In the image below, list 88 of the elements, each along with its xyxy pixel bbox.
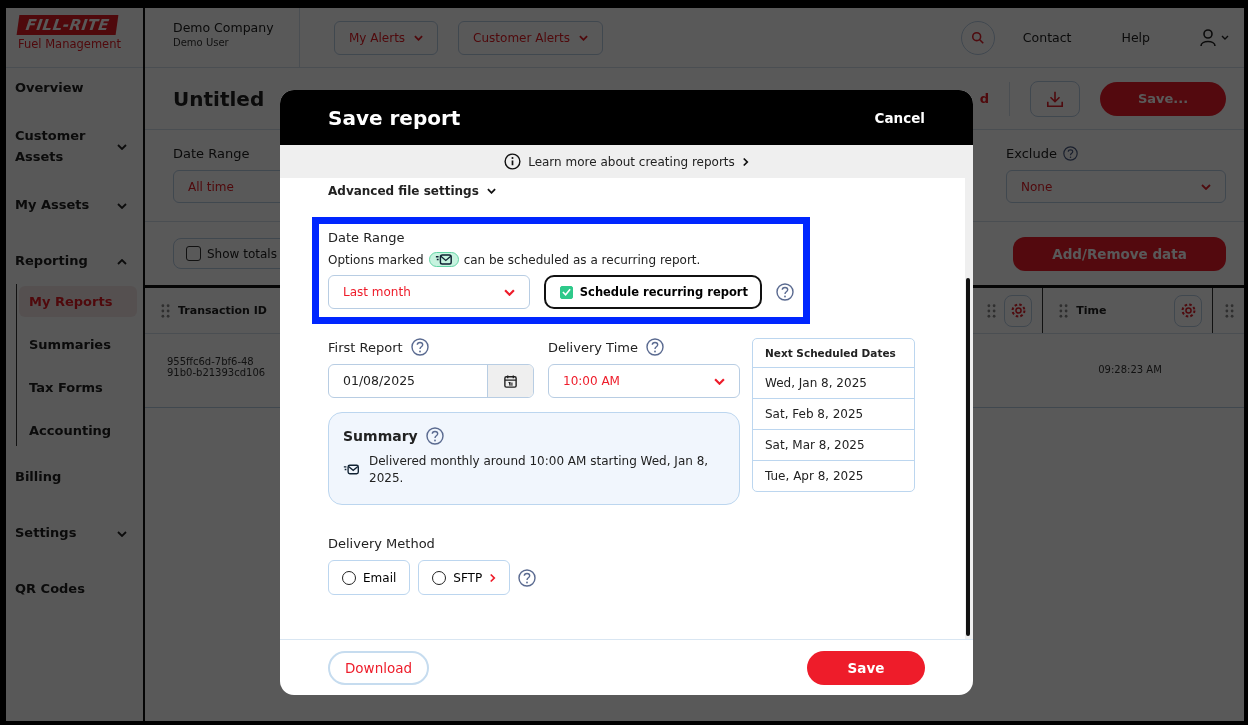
nav-link[interactable]: Help <box>1121 30 1150 45</box>
date-range-label: Date Range <box>328 230 406 245</box>
sidebar-item[interactable]: Reporting <box>6 243 143 280</box>
sidebar-subitem[interactable]: Summaries <box>19 328 137 360</box>
nav-link[interactable]: Contact <box>1022 30 1072 45</box>
column-header: Transaction ID <box>178 304 267 317</box>
sidebar-item[interactable]: Overview <box>6 70 143 106</box>
date-range-select[interactable]: Last month <box>328 275 530 309</box>
alerts-dropdown[interactable]: Customer Alerts <box>458 20 603 55</box>
download-button[interactable]: Download <box>328 650 429 685</box>
help-icon[interactable] <box>518 568 537 587</box>
caret-icon <box>579 34 588 41</box>
table-cell: Wed, Jan 8, 2025 <box>753 368 914 399</box>
delivery-time-select[interactable]: 10:00 AM <box>548 364 740 398</box>
drag-handle-icon[interactable] <box>161 303 170 318</box>
advanced-settings-toggle[interactable]: Advanced file settings <box>328 184 479 198</box>
drag-handle-icon[interactable] <box>987 303 997 318</box>
save-button[interactable]: Save <box>807 650 925 685</box>
sidebar-subitem[interactable]: Accounting <box>19 414 137 446</box>
gear-icon <box>1009 302 1027 319</box>
download-icon <box>1046 89 1064 108</box>
column-header: Time <box>1076 304 1107 317</box>
calendar-icon[interactable] <box>503 373 518 389</box>
chevron-icon <box>714 377 725 385</box>
settings-button[interactable] <box>1174 294 1202 327</box>
chevron-icon <box>1201 183 1211 190</box>
help-icon[interactable] <box>410 338 429 356</box>
filter-select[interactable]: None <box>1006 170 1226 203</box>
drag-handle-icon[interactable] <box>1059 303 1069 318</box>
sidebar-subitem[interactable]: Tax Forms <box>19 371 137 403</box>
summary-text: Delivered monthly around 10:00 AM starting Wed, Jan 8, 2025. <box>369 453 710 487</box>
user-icon[interactable] <box>1200 28 1230 47</box>
chevron-icon <box>503 288 515 296</box>
settings-button[interactable] <box>1004 294 1033 327</box>
filter-label: Date Range <box>173 146 250 161</box>
sidebar-item[interactable]: Customer Assets <box>6 126 143 168</box>
scheduled-email-icon <box>343 464 360 476</box>
scrollbar-thumb[interactable] <box>966 278 970 636</box>
help-icon[interactable] <box>645 338 664 356</box>
report-link[interactable]: d <box>979 91 989 106</box>
delivery-method-label: Delivery Method <box>328 536 436 551</box>
add-remove-data-button[interactable]: Add/Remove data <box>1013 236 1226 271</box>
next-dates-header: Next Scheduled Dates <box>753 339 914 368</box>
sidebar-item[interactable]: Settings <box>6 515 143 552</box>
date-field[interactable]: 01/08/2025 <box>328 364 534 398</box>
help-icon[interactable] <box>1062 146 1078 161</box>
delivery-option[interactable]: SFTP <box>418 560 511 595</box>
chevron-right-icon <box>741 156 749 167</box>
cancel-button[interactable]: Cancel <box>874 109 925 126</box>
chevron-right-icon <box>489 572 497 583</box>
search-button[interactable] <box>960 20 995 55</box>
help-icon[interactable] <box>776 283 794 301</box>
checkmark-icon <box>561 288 571 296</box>
table-cell: 955ffc6d-7bf6-48 91b0-b21393cd106 <box>167 356 266 378</box>
summary-title: Summary <box>343 428 418 444</box>
chevron-icon <box>486 188 496 194</box>
download-button[interactable] <box>1030 80 1080 117</box>
delivery-time-label: Delivery Time <box>548 339 638 355</box>
brand-logo[interactable]: FILL-RITE <box>16 15 119 35</box>
caret-icon <box>414 34 424 41</box>
learn-more-link[interactable]: Learn more about creating reports <box>528 154 735 169</box>
user-name: Demo User <box>173 37 230 48</box>
hint-text: can be scheduled as a recurring report. <box>463 252 701 267</box>
sidebar-item[interactable]: Billing <box>6 459 143 496</box>
info-icon <box>504 153 522 170</box>
first-report-label: First Report <box>328 339 403 355</box>
schedule-checkbox[interactable]: Schedule recurring report <box>543 275 762 309</box>
sidebar-subitem[interactable]: My Reports <box>19 285 137 317</box>
delivery-option[interactable]: Email <box>328 560 411 595</box>
table-cell: Sat, Feb 8, 2025 <box>753 399 914 430</box>
recurring-badge <box>428 252 459 267</box>
company-name: Demo Company <box>173 20 275 35</box>
table-cell: Sat, Mar 8, 2025 <box>753 430 914 461</box>
alerts-dropdown[interactable]: My Alerts <box>334 20 439 55</box>
gear-icon <box>1179 302 1197 319</box>
sidebar-item[interactable]: QR Codes <box>6 571 143 608</box>
report-title: Untitled <box>173 86 265 111</box>
save-button[interactable]: Save... <box>1100 81 1226 116</box>
dialog-title: Save report <box>328 105 461 130</box>
logo-subtitle: Fuel Management <box>18 37 122 51</box>
help-icon[interactable] <box>425 427 444 445</box>
drag-handle-icon[interactable] <box>1225 303 1234 318</box>
hint-text: Options marked <box>328 252 424 267</box>
search-icon <box>970 30 985 45</box>
table-cell-text: Tue, Apr 8, 2025 <box>764 468 865 485</box>
filter-label: Exclude <box>1006 146 1057 161</box>
table-cell: 09:28:23 AM <box>1098 364 1162 375</box>
sidebar-item[interactable]: My Assets <box>6 187 143 224</box>
